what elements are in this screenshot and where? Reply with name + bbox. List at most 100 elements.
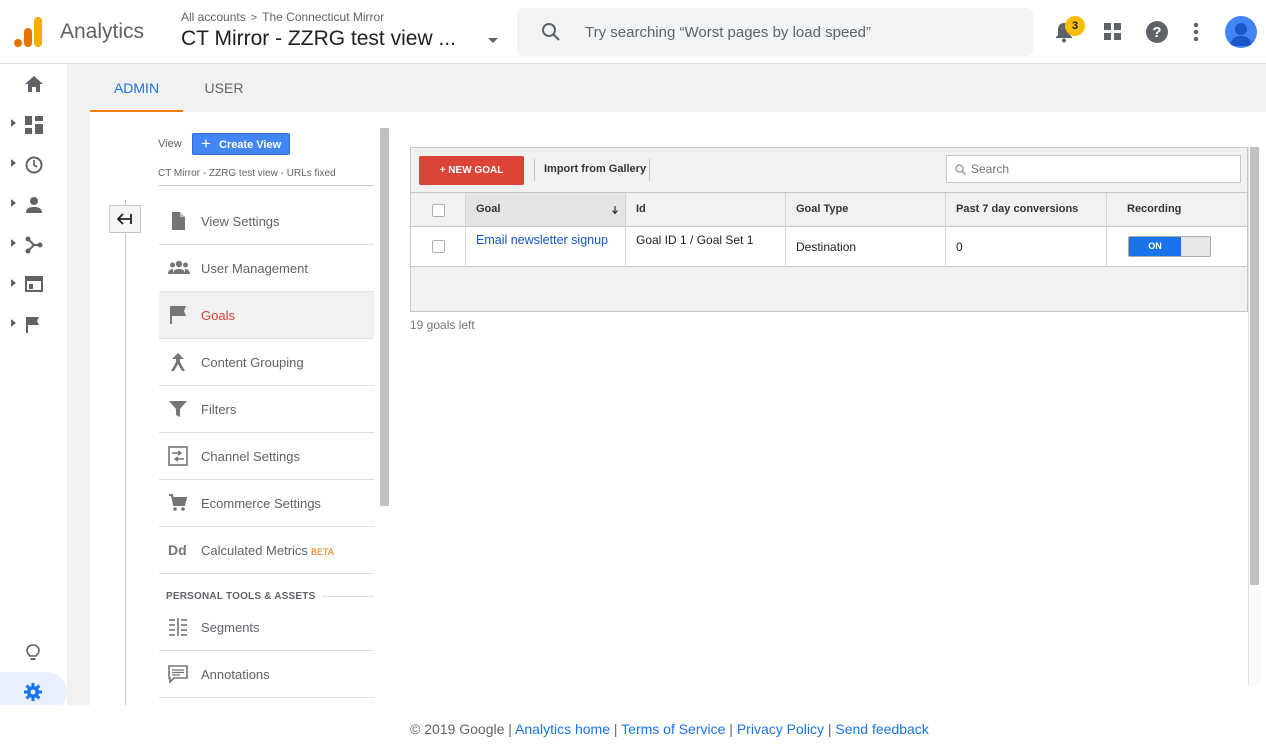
goals-search-field[interactable]	[946, 155, 1241, 183]
nav-audience[interactable]	[0, 184, 67, 224]
send-feedback-link[interactable]: Send feedback	[835, 721, 928, 737]
home-icon	[25, 76, 43, 92]
nav-realtime[interactable]	[0, 144, 67, 184]
admin-column-scrollbar[interactable]	[380, 128, 389, 506]
nav-behavior[interactable]	[0, 264, 67, 304]
tab-admin[interactable]: ADMIN	[90, 64, 183, 112]
nav-home[interactable]	[0, 64, 67, 104]
menu-user-management[interactable]: User Management	[159, 245, 374, 292]
document-icon	[168, 211, 188, 231]
menu-label: Calculated Metrics BETA	[201, 543, 334, 558]
view-label: View	[158, 138, 182, 150]
column-divider	[785, 193, 786, 267]
goals-search-input[interactable]	[971, 161, 1231, 177]
breadcrumb-account[interactable]: All accounts	[181, 10, 246, 24]
column-header-conversions[interactable]: Past 7 day conversions	[956, 203, 1078, 215]
search-icon	[955, 164, 966, 175]
discover-lightbulb-icon[interactable]	[26, 644, 40, 662]
segments-icon	[168, 617, 188, 637]
search-icon[interactable]	[541, 22, 561, 42]
column-header-goal[interactable]: Goal	[476, 203, 500, 215]
expand-arrow-icon	[11, 239, 16, 247]
analytics-logo-icon[interactable]	[14, 17, 44, 47]
footer-separator: |	[729, 721, 733, 737]
view-selector[interactable]: CT Mirror - ZZRG test view ...	[181, 27, 456, 51]
acquisition-icon	[25, 236, 43, 254]
personal-tools-divider	[322, 596, 374, 597]
notification-count-badge: 3	[1065, 16, 1085, 36]
footer-separator: |	[613, 721, 618, 737]
menu-ecommerce-settings[interactable]: Ecommerce Settings	[159, 480, 374, 527]
admin-tabs	[90, 64, 1266, 112]
breadcrumb-property[interactable]: The Connecticut Mirror	[262, 10, 384, 24]
menu-label: Content Grouping	[201, 355, 304, 370]
nav-customization[interactable]	[0, 104, 67, 144]
apps-grid-icon[interactable]	[1103, 22, 1123, 42]
account-avatar[interactable]	[1225, 16, 1257, 48]
new-goal-button[interactable]: + NEW GOAL	[419, 156, 524, 185]
gear-icon	[24, 683, 42, 701]
more-options-icon[interactable]	[1191, 21, 1201, 43]
menu-filters[interactable]: Filters	[159, 386, 374, 433]
svg-text:?: ?	[1152, 24, 1161, 41]
goals-flag-icon	[168, 305, 188, 325]
plus-icon: +	[201, 134, 211, 153]
menu-label: User Management	[201, 261, 308, 276]
menu-segments[interactable]: Segments	[159, 604, 374, 651]
column-divider	[945, 193, 946, 267]
breadcrumb[interactable]: All accounts > The Connecticut Mirror	[181, 10, 384, 24]
menu-label: Segments	[201, 620, 260, 635]
analytics-home-link[interactable]: Analytics home	[515, 721, 610, 737]
privacy-policy-link[interactable]: Privacy Policy	[737, 721, 824, 737]
collapse-column-button[interactable]	[109, 205, 141, 233]
menu-view-settings[interactable]: View Settings	[159, 198, 374, 245]
goal-type-cell: Destination	[796, 240, 857, 254]
shopping-cart-icon	[168, 493, 188, 513]
expand-arrow-icon	[11, 159, 16, 167]
column-divider	[465, 193, 466, 267]
view-dropdown[interactable]: CT Mirror - ZZRG test view - URLs fixed	[158, 168, 336, 179]
expand-arrow-icon	[11, 279, 16, 287]
recording-toggle[interactable]: ON	[1128, 236, 1211, 257]
customization-icon	[25, 116, 43, 134]
footer-text: © 2019 Google | Analytics home | Terms o…	[410, 721, 929, 737]
channel-settings-icon	[168, 446, 188, 466]
terms-of-service-link[interactable]: Terms of Service	[621, 721, 725, 737]
expand-arrow-icon	[11, 119, 16, 127]
expand-arrow-icon	[11, 199, 16, 207]
menu-label-text: Calculated Metrics	[201, 543, 308, 558]
calculated-metrics-dd-icon: Dd	[168, 542, 190, 558]
copyright: © 2019 Google |	[410, 721, 512, 737]
goal-id-cell: Goal ID 1 / Goal Set 1	[636, 233, 754, 247]
menu-annotations[interactable]: Annotations	[159, 651, 374, 698]
help-icon[interactable]: ?	[1145, 20, 1169, 44]
row-checkbox[interactable]	[432, 240, 445, 253]
svg-text:Dd: Dd	[168, 542, 187, 558]
column-header-goal-type[interactable]: Goal Type	[796, 203, 848, 215]
sort-down-arrow-icon[interactable]	[612, 206, 618, 214]
toolbar-divider	[649, 159, 650, 181]
realtime-clock-icon	[25, 156, 43, 174]
goal-name-link[interactable]: Email newsletter signup	[476, 233, 616, 247]
app-name: Analytics	[60, 20, 145, 43]
global-search-placeholder[interactable]: Try searching “Worst pages by load speed…	[585, 24, 871, 41]
menu-channel-settings[interactable]: Channel Settings	[159, 433, 374, 480]
import-from-gallery-button[interactable]: Import from Gallery	[544, 163, 646, 175]
select-all-checkbox[interactable]	[432, 204, 445, 217]
caret-down-icon[interactable]	[487, 37, 499, 45]
nav-conversions[interactable]	[0, 304, 67, 344]
behavior-icon	[25, 276, 43, 292]
column-header-recording[interactable]: Recording	[1127, 203, 1181, 215]
nav-acquisition[interactable]	[0, 224, 67, 264]
menu-goals[interactable]: Goals	[159, 292, 374, 339]
menu-content-grouping[interactable]: Content Grouping	[159, 339, 374, 386]
toolbar-divider	[534, 159, 535, 181]
menu-calculated-metrics[interactable]: Dd Calculated Metrics BETA	[159, 527, 374, 574]
scrollbar-thumb[interactable]	[1250, 147, 1259, 585]
tab-user[interactable]: USER	[183, 64, 265, 112]
create-view-button[interactable]: + Create View	[192, 133, 290, 155]
column-header-id[interactable]: Id	[636, 203, 646, 215]
menu-label: Annotations	[201, 667, 270, 682]
filter-funnel-icon	[168, 399, 188, 419]
menu-label: Ecommerce Settings	[201, 496, 321, 511]
